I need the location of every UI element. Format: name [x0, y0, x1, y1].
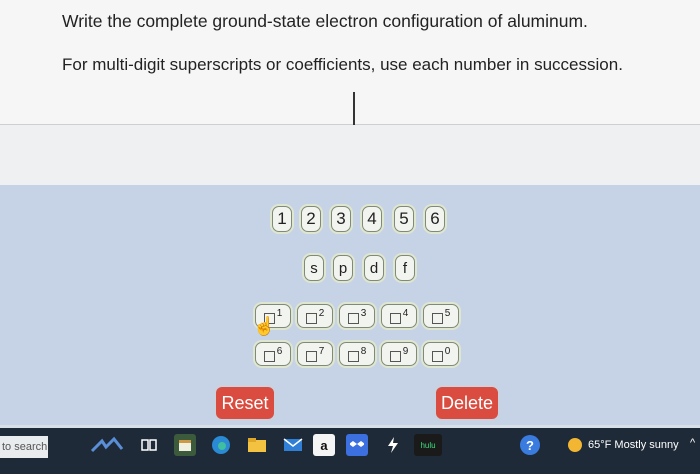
key-f[interactable]: f	[395, 255, 415, 281]
key-3[interactable]: 3	[331, 206, 351, 232]
superscript-key-4[interactable]: 4	[381, 304, 417, 328]
superscript-digit: 6	[276, 345, 283, 357]
superscript-key-5[interactable]: 5	[423, 304, 459, 328]
mail-icon[interactable]	[282, 434, 304, 456]
edge-icon[interactable]	[210, 434, 232, 456]
help-icon[interactable]: ?	[520, 435, 540, 455]
task-view-icon[interactable]	[138, 434, 160, 456]
placeholder-box-icon	[431, 312, 443, 324]
reset-button[interactable]: Reset	[216, 387, 274, 419]
superscript-key-8[interactable]: 8	[339, 342, 375, 366]
taskbar-search-box[interactable]: to search	[0, 436, 48, 458]
superscript-key-7[interactable]: 7	[297, 342, 333, 366]
superscript-key-2[interactable]: 2	[297, 304, 333, 328]
amazon-icon[interactable]: a	[313, 434, 335, 456]
key-4[interactable]: 4	[362, 206, 382, 232]
superscript-digit: 4	[402, 307, 409, 319]
key-d[interactable]: d	[364, 255, 384, 281]
chevron-up-icon[interactable]: ^	[690, 437, 695, 449]
weather-icon	[568, 438, 582, 452]
superscript-key-9[interactable]: 9	[381, 342, 417, 366]
superscript-digit: 9	[402, 345, 409, 357]
key-s[interactable]: s	[304, 255, 324, 281]
placeholder-box-icon	[305, 312, 317, 324]
answer-input-cursor[interactable]	[353, 92, 355, 125]
superscript-digit: 3	[360, 307, 367, 319]
superscript-key-0[interactable]: 0	[423, 342, 459, 366]
superscript-digit: 0	[444, 345, 451, 357]
file-explorer-icon[interactable]	[246, 434, 268, 456]
superscript-digit: 8	[360, 345, 367, 357]
superscript-digit: 7	[318, 345, 325, 357]
superscript-digit: 5	[444, 307, 451, 319]
pointer-hand-icon: ☝	[253, 316, 276, 336]
key-2[interactable]: 2	[301, 206, 321, 232]
weather-widget[interactable]: 65°F Mostly sunny	[568, 434, 679, 456]
placeholder-box-icon	[389, 312, 401, 324]
calendar-app-icon[interactable]	[174, 434, 196, 456]
superscript-key-3[interactable]: 3	[339, 304, 375, 328]
delete-button[interactable]: Delete	[436, 387, 498, 419]
superscript-digit: 2	[318, 307, 325, 319]
hulu-icon[interactable]: hulu	[414, 434, 442, 456]
superscript-digit: 1	[276, 307, 283, 319]
key-6[interactable]: 6	[425, 206, 445, 232]
placeholder-box-icon	[389, 350, 401, 362]
superscript-key-6[interactable]: 6	[255, 342, 291, 366]
birds-icon[interactable]	[86, 434, 130, 456]
question-panel: Write the complete ground-state electron…	[0, 0, 700, 125]
dropbox-icon[interactable]	[346, 434, 368, 456]
question-text: Write the complete ground-state electron…	[62, 11, 588, 31]
key-5[interactable]: 5	[394, 206, 414, 232]
key-1[interactable]: 1	[272, 206, 292, 232]
taskbar: to search a hulu ? 65°F Mostly sunny ^	[0, 428, 700, 474]
flash-icon[interactable]	[382, 434, 404, 456]
placeholder-box-icon	[347, 312, 359, 324]
placeholder-box-icon	[431, 350, 443, 362]
key-p[interactable]: p	[333, 255, 353, 281]
weather-text: 65°F Mostly sunny	[588, 439, 679, 451]
placeholder-box-icon	[263, 350, 275, 362]
answer-area[interactable]	[0, 125, 700, 185]
placeholder-box-icon	[305, 350, 317, 362]
question-instructions: For multi-digit superscripts or coeffici…	[62, 55, 623, 74]
placeholder-box-icon	[347, 350, 359, 362]
